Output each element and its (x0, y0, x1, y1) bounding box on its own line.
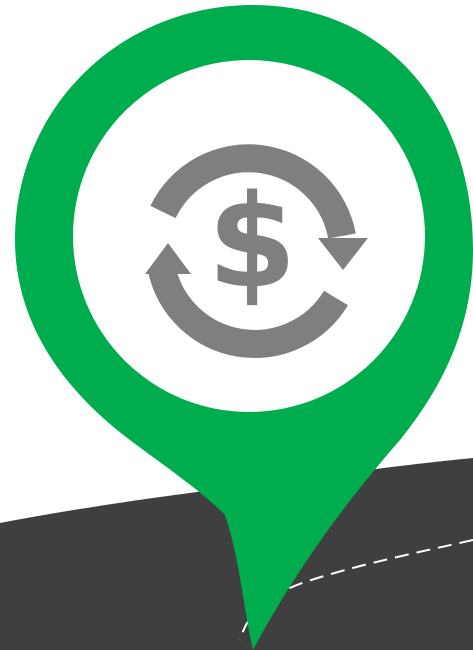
map-pin-illustration: $ (0, 5, 473, 650)
dollar-sign-icon: $ (207, 168, 296, 317)
